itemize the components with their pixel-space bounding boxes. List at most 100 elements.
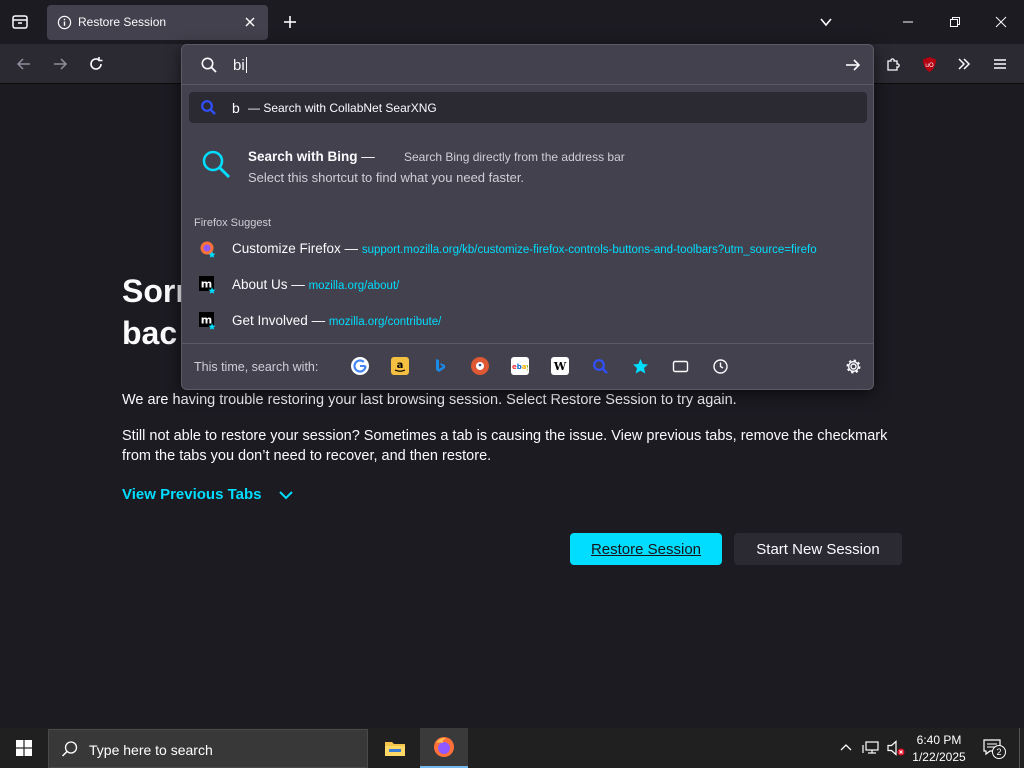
show-hidden-icons-button[interactable] <box>834 728 858 768</box>
tab-icon <box>672 360 688 372</box>
view-previous-tabs-toggle[interactable]: View Previous Tabs <box>122 486 293 503</box>
searxng-engine-button[interactable] <box>591 357 609 375</box>
urlbar-panel: bi b — Search with CollabNet SearXNG Sea… <box>181 44 874 390</box>
bing-engine-button[interactable] <box>431 357 449 375</box>
tip-title: Search with Bing — <box>248 149 375 164</box>
heuristic-result-row[interactable]: b — Search with CollabNet SearXNG <box>189 92 867 123</box>
forward-button[interactable] <box>46 50 74 78</box>
list-all-tabs-button[interactable] <box>811 7 841 37</box>
plus-icon <box>284 16 296 28</box>
go-arrow-icon[interactable] <box>844 56 862 74</box>
svg-text:W: W <box>553 360 567 373</box>
urlbar-input[interactable]: bi <box>233 57 247 74</box>
chevron-up-icon <box>840 744 852 751</box>
back-button[interactable] <box>10 50 38 78</box>
reload-icon <box>90 57 103 70</box>
start-button[interactable] <box>0 728 48 768</box>
start-new-session-button[interactable]: Start New Session <box>734 533 902 565</box>
app-menu-button[interactable] <box>986 50 1014 78</box>
folder-icon <box>385 742 405 756</box>
firefox-view-button[interactable] <box>5 7 35 37</box>
svg-text:uO: uO <box>925 62 934 69</box>
windows-logo-icon <box>16 740 32 756</box>
action-center-button[interactable]: 2 <box>978 728 1008 768</box>
history-engine-button[interactable] <box>711 357 729 375</box>
error-description: We are having trouble restoring your las… <box>122 392 737 408</box>
clock-icon <box>712 358 728 374</box>
ebay-icon: ebay <box>512 363 528 371</box>
svg-text:a: a <box>397 360 404 371</box>
bing-icon <box>436 359 445 372</box>
suggestion-row[interactable]: m About Us — mozilla.org/about/ <box>182 268 873 302</box>
wikipedia-icon: W <box>553 360 567 373</box>
suggestion-row[interactable]: m Get Involved — mozilla.org/contribute/ <box>182 304 873 338</box>
firefox-taskbar-button[interactable] <box>420 728 468 768</box>
star-icon <box>632 358 648 373</box>
restore-session-button[interactable]: Restore Session <box>570 533 722 565</box>
close-window-button[interactable] <box>986 7 1016 37</box>
suggestion-url: mozilla.org/about/ <box>308 280 400 292</box>
notification-count-badge: 2 <box>992 745 1006 759</box>
tab-restore-session[interactable]: Restore Session <box>47 5 268 40</box>
minimize-button[interactable] <box>893 7 923 37</box>
puzzle-icon <box>886 57 900 71</box>
network-icon <box>862 741 879 754</box>
close-tab-icon[interactable] <box>242 14 258 30</box>
restore-window-button[interactable] <box>940 7 970 37</box>
ublock-origin-button[interactable]: uO <box>915 50 943 78</box>
double-chevron-right-icon <box>958 58 971 70</box>
mozilla-icon: m <box>199 276 216 294</box>
firefox-support-icon <box>200 241 216 258</box>
duckduckgo-engine-button[interactable] <box>471 357 489 375</box>
volume-muted-icon <box>887 740 905 756</box>
svg-text:m: m <box>201 314 212 327</box>
arrow-left-icon <box>16 58 30 70</box>
amazon-icon: a <box>394 360 406 372</box>
taskbar-search-placeholder: Type here to search <box>89 742 213 758</box>
urlbar-input-row[interactable]: bi <box>182 45 873 85</box>
suggestion-row[interactable]: Customize Firefox — support.mozilla.org/… <box>182 232 873 266</box>
gear-icon <box>846 359 860 373</box>
one-off-label: This time, search with: <box>194 360 319 374</box>
tab-title: Restore Session <box>78 15 167 29</box>
ebay-engine-button[interactable]: ebay <box>511 357 529 375</box>
new-tab-button[interactable] <box>275 7 305 37</box>
tip-body: Select this shortcut to find what you ne… <box>248 170 525 185</box>
more-tools-button[interactable] <box>950 50 978 78</box>
close-window-icon <box>995 16 1007 28</box>
google-engine-button[interactable] <box>351 357 369 375</box>
chevron-down-icon <box>820 18 832 27</box>
view-previous-tabs-label: View Previous Tabs <box>122 486 262 503</box>
search-settings-button[interactable] <box>844 357 862 375</box>
search-tip-icon <box>202 150 231 179</box>
taskbar-search-box[interactable]: Type here to search <box>48 729 368 768</box>
tab-strip: Restore Session <box>0 0 1024 44</box>
extensions-button[interactable] <box>879 50 907 78</box>
search-one-offs: This time, search with: a eba W <box>182 343 873 389</box>
suggestion-title: Get Involved <box>232 313 308 328</box>
system-clock[interactable]: 6:40 PM 1/22/2025 <box>905 732 973 766</box>
wikipedia-engine-button[interactable]: W <box>551 357 569 375</box>
text-caret <box>245 57 247 73</box>
windows-taskbar: Type here to search 6:40 PM 1/22/2025 2 <box>0 728 1024 768</box>
amazon-engine-button[interactable]: a <box>391 357 409 375</box>
suggestion-title: Customize Firefox <box>232 241 341 256</box>
reload-button[interactable] <box>82 50 110 78</box>
bookmarks-engine-button[interactable] <box>631 357 649 375</box>
clock-date: 1/22/2025 <box>912 750 966 764</box>
suggestion-url: mozilla.org/contribute/ <box>328 316 442 328</box>
tip-description: Search Bing directly from the address ba… <box>404 150 625 164</box>
tabs-engine-button[interactable] <box>671 357 689 375</box>
searxng-icon <box>592 358 608 374</box>
hamburger-menu-icon <box>994 59 1006 69</box>
help-description: Still not able to restore your session? … <box>122 428 888 464</box>
page-title-line1: Sorr <box>122 273 188 309</box>
heuristic-hint: — Search with CollabNet SearXNG <box>248 101 437 115</box>
heuristic-keyword: b <box>232 100 240 116</box>
ublock-shield-icon: uO <box>922 56 936 72</box>
file-explorer-button[interactable] <box>371 728 419 768</box>
arrow-right-icon <box>54 58 68 70</box>
google-icon <box>353 359 367 373</box>
network-button[interactable] <box>858 728 884 768</box>
show-desktop-button[interactable] <box>1019 728 1024 768</box>
